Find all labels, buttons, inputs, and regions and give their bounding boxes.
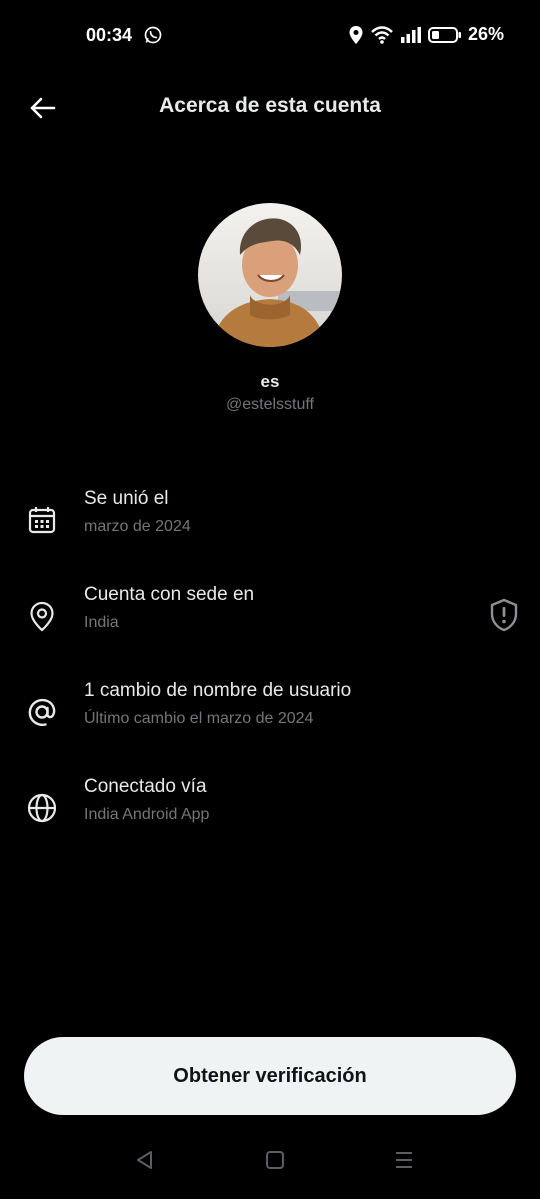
info-subtitle: India Android App [84, 806, 210, 823]
calendar-icon [24, 502, 60, 538]
menu-lines-icon [396, 1152, 412, 1168]
square-home-icon [266, 1151, 284, 1169]
status-bar: 00:34 26% [0, 0, 540, 72]
battery-percent: 26% [467, 24, 504, 44]
top-bar: Acerca de esta cuenta [0, 80, 540, 134]
profile-photo [198, 203, 342, 347]
status-icons: 26% [348, 24, 504, 45]
location-status-icon [349, 25, 363, 44]
info-title: Se unió el [84, 488, 169, 509]
info-item-joined: Se unió el marzo de 2024 [0, 486, 540, 556]
username-handle: @estelsstuff [226, 396, 314, 413]
info-subtitle: Último cambio el marzo de 2024 [84, 710, 314, 727]
signal-icon [400, 26, 421, 43]
display-name: es [260, 372, 280, 391]
nav-back-button[interactable] [130, 1145, 160, 1175]
whatsapp-icon [144, 26, 162, 44]
info-title: Conectado vía [84, 776, 207, 797]
info-subtitle: marzo de 2024 [84, 518, 191, 535]
info-item-username-changes: 1 cambio de nombre de usuario Último cam… [0, 678, 540, 748]
nav-home-button[interactable] [260, 1145, 290, 1175]
shield-alert-icon[interactable] [488, 598, 520, 632]
get-verification-button[interactable]: Obtener verificación [24, 1037, 516, 1115]
battery-icon [427, 26, 461, 43]
avatar[interactable] [198, 203, 342, 347]
info-subtitle: India [84, 614, 119, 631]
nav-menu-button[interactable] [389, 1145, 419, 1175]
location-pin-icon [24, 598, 60, 634]
page-title: Acerca de esta cuenta [159, 94, 381, 117]
info-title: 1 cambio de nombre de usuario [84, 680, 352, 701]
status-time: 00:34 [86, 25, 133, 45]
info-item-location: Cuenta con sede en India [0, 582, 540, 652]
info-item-connected-via: Conectado vía India Android App [0, 774, 540, 844]
system-nav-bar [0, 1133, 540, 1199]
triangle-back-icon [137, 1151, 152, 1169]
wifi-icon [371, 25, 393, 44]
at-sign-icon [24, 694, 60, 730]
info-title: Cuenta con sede en [84, 584, 255, 605]
globe-icon [24, 790, 60, 826]
